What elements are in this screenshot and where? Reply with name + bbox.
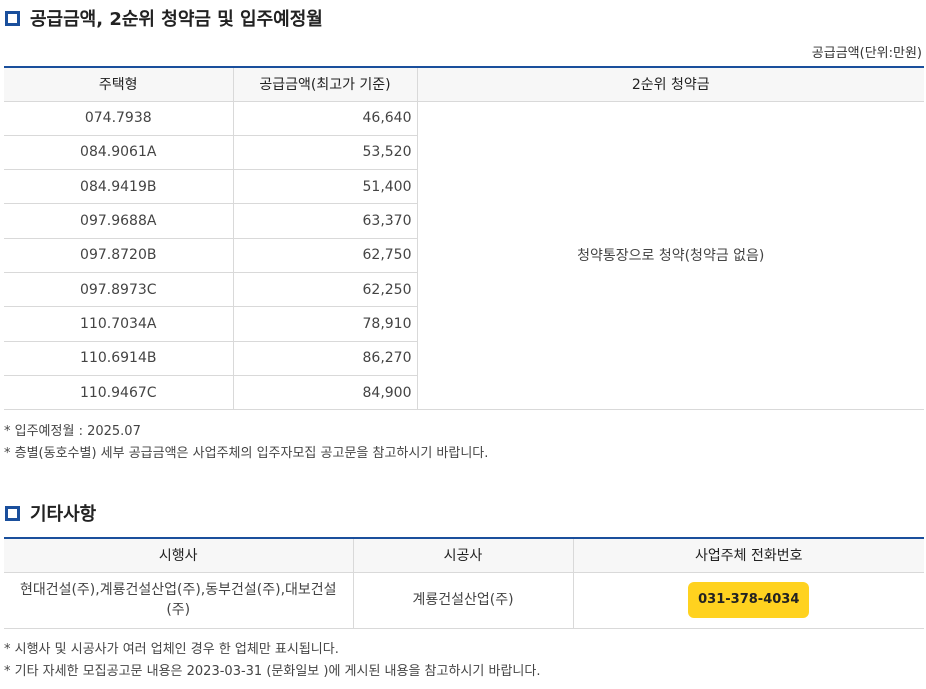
- supply-amount-cell: 63,370: [232, 203, 417, 239]
- supply-table: 주택형 공급금액(최고가 기준) 2순위 청약금 074.7938 46,640…: [4, 66, 924, 411]
- etc-section-title: 기타사항: [5, 500, 96, 526]
- square-bullet-icon: [5, 10, 20, 26]
- move-in-note: * 입주예정월 : 2025.07: [4, 424, 141, 439]
- house-type-cell: 097.8973C: [4, 272, 233, 308]
- phone-cell: 031-378-4034: [572, 572, 924, 629]
- house-type-cell: 110.6914B: [4, 341, 233, 376]
- developer-cell: 현대건설(주),계룡건설산업(주),동부건설(주),대보건설(주): [4, 572, 353, 629]
- phone-number-badge[interactable]: 031-378-4034: [688, 582, 810, 618]
- supply-amount-cell: 78,910: [232, 306, 417, 342]
- supply-title-text: 공급금액, 2순위 청약금 및 입주예정월: [30, 9, 323, 30]
- announcement-note: * 기타 자세한 모집공고문 내용은 2023-03-31 (문화일보 )에 게…: [4, 664, 541, 679]
- house-type-cell: 110.9467C: [4, 375, 233, 411]
- constructor-cell: 계룡건설산업(주): [352, 572, 573, 629]
- floor-price-note: * 층별(동호수별) 세부 공급금액은 사업주체의 입주자모집 공고문을 참고하…: [4, 446, 489, 461]
- etc-title-text: 기타사항: [30, 504, 97, 525]
- house-type-cell: 097.9688A: [4, 203, 233, 239]
- supply-amount-cell: 62,250: [232, 272, 417, 308]
- house-type-cell: 110.7034A: [4, 306, 233, 342]
- supply-amount-cell: 86,270: [232, 341, 417, 376]
- house-type-cell: 084.9061A: [4, 135, 233, 171]
- square-bullet-icon: [5, 505, 20, 521]
- supply-table-header: 주택형 공급금액(최고가 기준) 2순위 청약금: [4, 67, 924, 102]
- supply-amount-cell: 46,640: [232, 101, 417, 136]
- etc-table: 시행사 시공사 사업주체 전화번호 현대건설(주),계룡건설산업(주),동부건설…: [4, 537, 924, 629]
- multi-company-note: * 시행사 및 시공사가 여러 업체인 경우 한 업체만 표시됩니다.: [4, 642, 339, 657]
- supply-amount-cell: 84,900: [232, 375, 417, 411]
- header-developer: 시행사: [4, 538, 353, 573]
- table-row: 현대건설(주),계룡건설산업(주),동부건설(주),대보건설(주) 계룡건설산업…: [4, 572, 924, 629]
- supply-amount-cell: 51,400: [232, 169, 417, 205]
- house-type-cell: 097.8720B: [4, 238, 233, 273]
- house-type-cell: 084.9419B: [4, 169, 233, 205]
- etc-table-header: 시행사 시공사 사업주체 전화번호: [4, 538, 924, 573]
- second-deposit-cell: 청약통장으로 청약(청약금 없음): [416, 101, 924, 411]
- unit-note: 공급금액(단위:만원): [811, 46, 922, 61]
- header-phone: 사업주체 전화번호: [572, 538, 924, 573]
- supply-notes: * 입주예정월 : 2025.07 * 층별(동호수별) 세부 공급금액은 사업…: [4, 421, 488, 465]
- supply-amount-cell: 53,520: [232, 135, 417, 171]
- header-supply-amount: 공급금액(최고가 기준): [232, 67, 417, 102]
- supply-amount-cell: 62,750: [232, 238, 417, 273]
- supply-section-title: 공급금액, 2순위 청약금 및 입주예정월: [5, 5, 323, 31]
- header-constructor: 시공사: [352, 538, 573, 573]
- header-second-deposit: 2순위 청약금: [416, 67, 924, 102]
- etc-notes: * 시행사 및 시공사가 여러 업체인 경우 한 업체만 표시됩니다. * 기타…: [4, 639, 540, 683]
- table-row: 074.7938 46,640 청약통장으로 청약(청약금 없음): [4, 101, 924, 411]
- header-house-type: 주택형: [4, 67, 233, 102]
- house-type-cell: 074.7938: [4, 101, 233, 136]
